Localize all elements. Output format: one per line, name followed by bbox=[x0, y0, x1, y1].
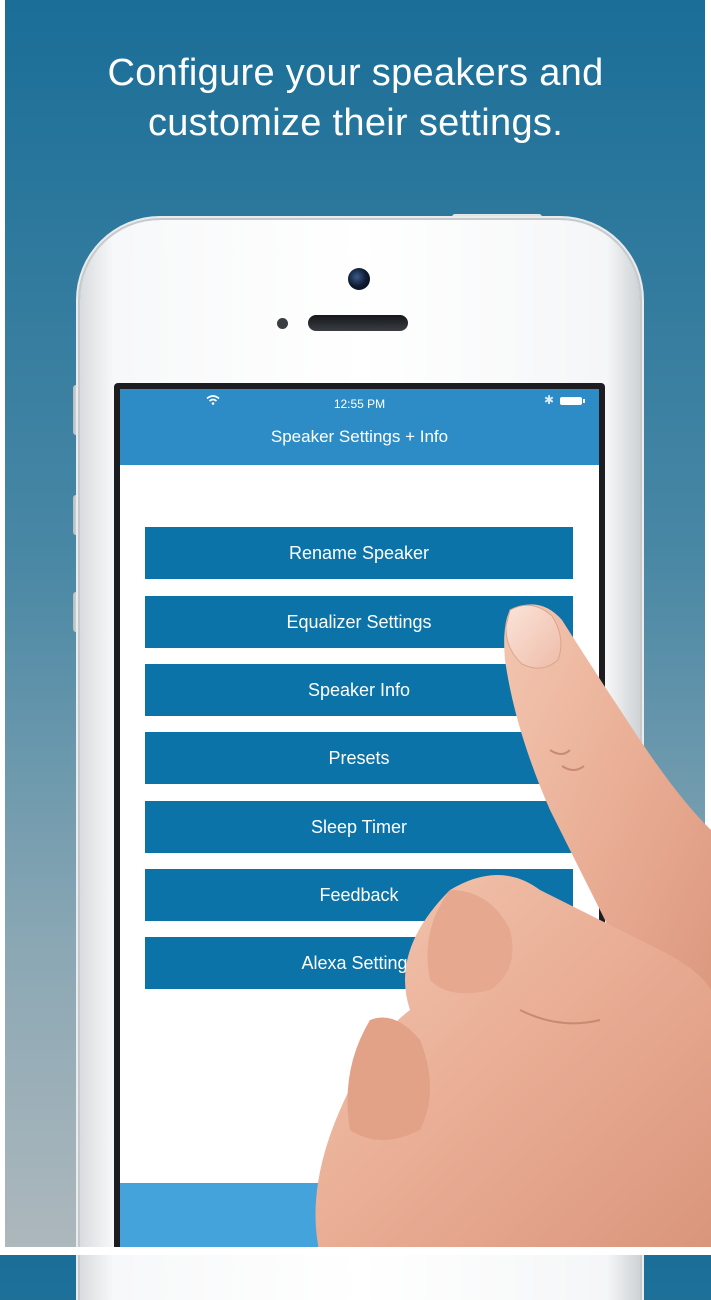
mute-switch bbox=[73, 385, 80, 435]
feedback-button[interactable]: Feedback bbox=[145, 869, 573, 921]
battery-icon bbox=[560, 397, 585, 405]
promo-headline: Configure your speakers and customize th… bbox=[0, 48, 711, 148]
headline-line-2: customize their settings. bbox=[147, 102, 564, 144]
bottom-toolbar[interactable] bbox=[120, 1183, 599, 1247]
frame-edge-left bbox=[0, 0, 5, 1255]
earpiece-speaker bbox=[308, 315, 408, 331]
alexa-settings-button[interactable]: Alexa Settings bbox=[145, 937, 573, 989]
status-time: 12:55 PM bbox=[333, 397, 386, 411]
volume-down-button bbox=[73, 592, 80, 632]
bluetooth-icon: ✱ bbox=[544, 393, 555, 407]
navigation-bar: 12:55 PM ✱ Speaker Settings + Info bbox=[120, 389, 599, 465]
equalizer-settings-button[interactable]: Equalizer Settings bbox=[145, 596, 573, 648]
phone-screen: 12:55 PM ✱ Speaker Settings + Info Renam… bbox=[120, 389, 599, 1247]
volume-up-button bbox=[73, 495, 80, 535]
presets-button[interactable]: Presets bbox=[145, 732, 573, 784]
proximity-sensor bbox=[277, 318, 288, 329]
frame-edge-right bbox=[705, 0, 711, 1255]
frame-edge-bottom bbox=[0, 1247, 711, 1255]
speaker-info-button[interactable]: Speaker Info bbox=[145, 664, 573, 716]
page-title: Speaker Settings + Info bbox=[270, 427, 449, 446]
front-camera bbox=[348, 268, 370, 290]
rename-speaker-button[interactable]: Rename Speaker bbox=[145, 527, 573, 579]
sleep-timer-button[interactable]: Sleep Timer bbox=[145, 801, 573, 853]
headline-line-1: Configure your speakers and bbox=[107, 52, 604, 94]
